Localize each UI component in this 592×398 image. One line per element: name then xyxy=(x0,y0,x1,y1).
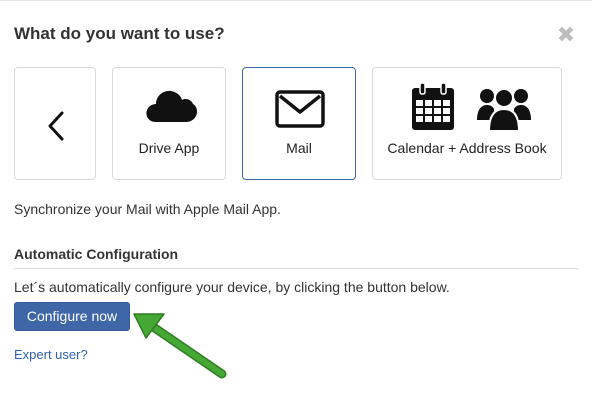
calendar-icon xyxy=(412,82,454,130)
cloud-icon xyxy=(146,90,197,122)
dialog-title: What do you want to use? xyxy=(14,24,225,43)
configure-hint: Let´s automatically configure your devic… xyxy=(14,279,450,295)
back-card[interactable] xyxy=(14,67,96,180)
option-label: Drive App xyxy=(138,140,200,156)
chevron-left-icon xyxy=(48,111,64,141)
description-text: Synchronize your Mail with Apple Mail Ap… xyxy=(14,201,281,217)
close-icon[interactable]: ✖ xyxy=(555,24,577,47)
divider xyxy=(14,268,578,269)
people-icon xyxy=(477,88,531,132)
option-label: Mail xyxy=(286,140,312,156)
expert-user-link[interactable]: Expert user? xyxy=(14,347,88,362)
envelope-icon xyxy=(275,90,325,128)
option-label: Calendar + Address Book xyxy=(387,140,547,156)
option-calendar-address-book[interactable]: Calendar + Address Book xyxy=(372,67,562,180)
option-drive-app[interactable]: Drive App xyxy=(112,67,226,180)
option-mail[interactable]: Mail xyxy=(242,67,356,180)
top-border xyxy=(0,0,592,1)
configure-now-button[interactable]: Configure now xyxy=(14,302,130,331)
section-title-automatic: Automatic Configuration xyxy=(14,246,179,262)
annotation-arrow-icon xyxy=(133,313,227,379)
